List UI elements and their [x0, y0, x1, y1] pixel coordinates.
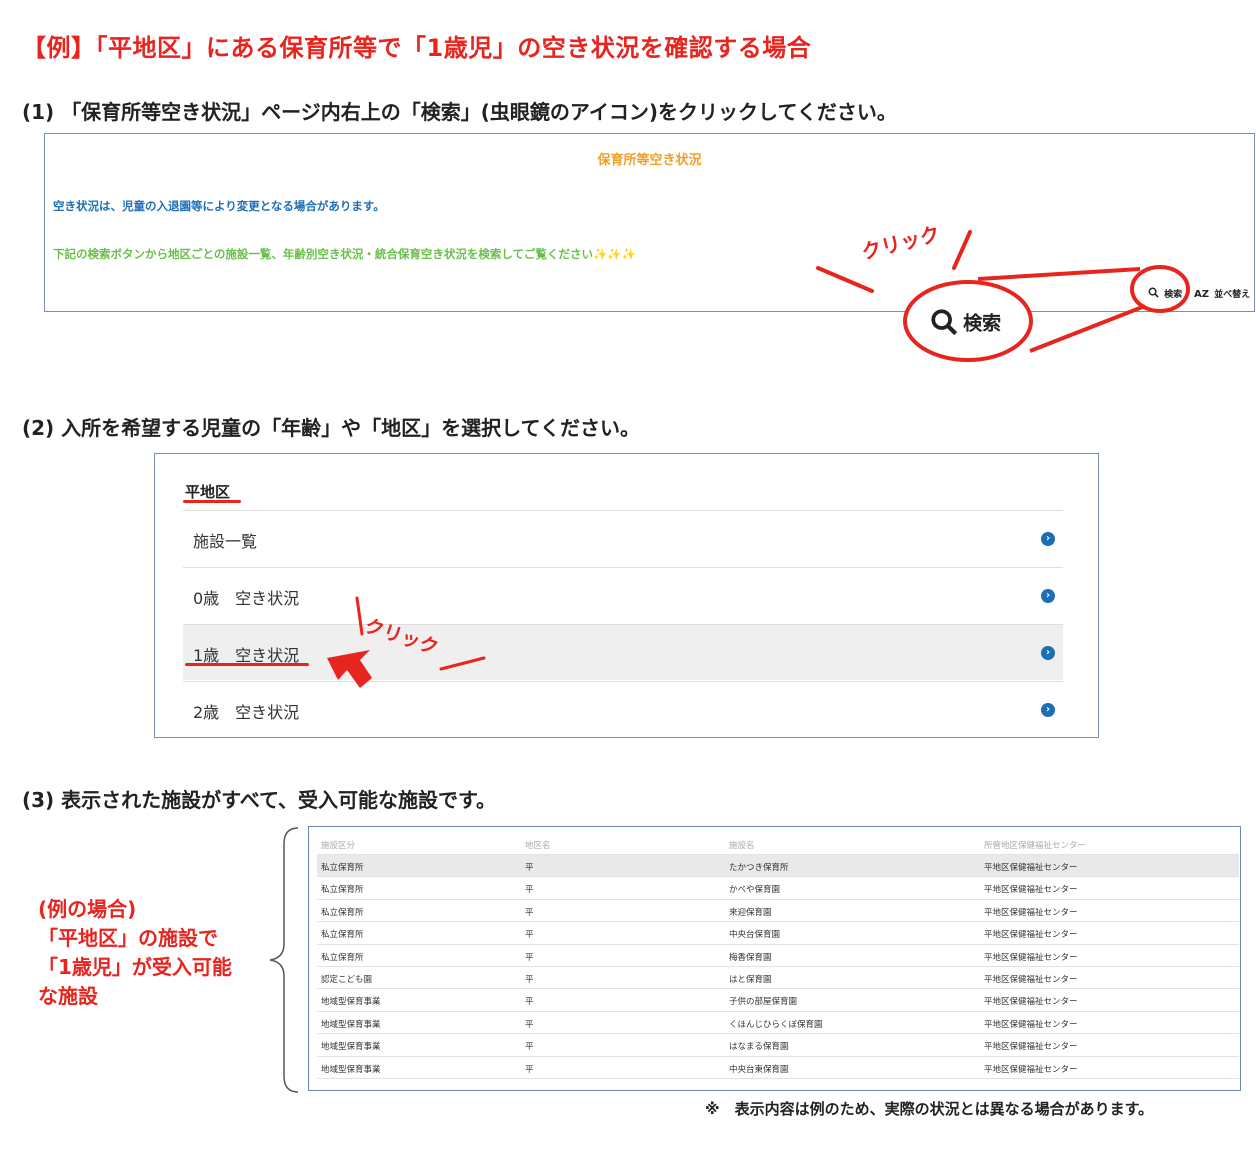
header-cell: 地区名 — [525, 841, 551, 851]
arrow-icon — [327, 650, 372, 688]
search-label-zoom: 検索 — [963, 312, 1002, 335]
table-cell: 平地区保健福祉センター — [984, 885, 1078, 896]
table-cell: 私立保育所 — [321, 907, 364, 918]
table-cell: 私立保育所 — [321, 863, 364, 873]
step3-text: (3) 表示された施設がすべて、受入可能な施設です。 — [22, 788, 496, 812]
table-cell: 平地区保健福祉センター — [984, 1019, 1078, 1030]
table-row[interactable]: 私立保育所 平 梅香保育園 平地区保健福祉センター — [317, 945, 1239, 967]
side-note-line: 「平地区」の施設で — [38, 926, 218, 950]
table-row[interactable]: 私立保育所 平 中央台保育園 平地区保健福祉センター — [317, 922, 1239, 945]
chevron-right-icon: › — [1041, 532, 1055, 546]
footnote: ※ 表示内容は例のため、実際の状況とは異なる場合があります。 — [705, 1100, 1154, 1118]
table-row[interactable]: 私立保育所 平 たかつき保育所 平地区保健福祉センター — [317, 855, 1239, 878]
table-cell: 平地区保健福祉センター — [984, 975, 1078, 985]
table-cell: かべや保育園 — [729, 885, 781, 896]
table-cell: はなまる保育園 — [729, 1042, 789, 1053]
brace-annotation — [269, 827, 299, 1093]
table-cell: 私立保育所 — [321, 885, 364, 896]
table-row[interactable]: 地域型保育事業 平 くほんじひらくぼ保育園 平地区保健福祉センター — [317, 1012, 1239, 1035]
table-cell: 平 — [525, 1042, 534, 1053]
table-cell: 平 — [525, 952, 534, 963]
table-row[interactable]: 地域型保育事業 平 はなまる保育園 平地区保健福祉センター — [317, 1034, 1239, 1057]
table-cell: 地域型保育事業 — [321, 1042, 381, 1053]
facility-table: 施設区分 地区名 施設名 所管地区保健福祉センター 私立保育所 平 たかつき保育… — [308, 826, 1241, 1091]
table-cell: 平 — [525, 885, 534, 896]
table-cell: 平 — [525, 975, 534, 985]
table-cell: 平地区保健福祉センター — [984, 997, 1078, 1008]
table-cell: 平地区保健福祉センター — [984, 863, 1078, 873]
table-row[interactable]: 認定こども園 平 はと保育園 平地区保健福祉センター — [317, 967, 1239, 990]
table-cell: 平 — [525, 1019, 534, 1030]
table-cell: 梅香保育園 — [729, 952, 772, 963]
table-cell: 平地区保健福祉センター — [984, 907, 1078, 918]
side-note: (例の場合) 「平地区」の施設で 「1歳児」が受入可能 な施設 — [38, 895, 232, 1011]
callout-annotation — [816, 230, 1190, 362]
table-header: 施設区分 地区名 施設名 所管地区保健福祉センター — [317, 833, 1239, 856]
table-cell: くほんじひらくぼ保育園 — [729, 1019, 823, 1030]
table-cell: 私立保育所 — [321, 930, 364, 941]
table-cell: 私立保育所 — [321, 952, 364, 963]
table-cell: 子供の部屋保育園 — [729, 997, 798, 1008]
list-item-label: 0歳 空き状況 — [193, 589, 300, 608]
table-cell: 地域型保育事業 — [321, 1019, 381, 1030]
table-cell: 平 — [525, 997, 534, 1008]
chevron-right-icon: › — [1041, 646, 1055, 660]
table-cell: 来迎保育園 — [729, 907, 772, 918]
table-cell: 平地区保健福祉センター — [984, 930, 1078, 941]
table-cell: 平地区保健福祉センター — [984, 1064, 1078, 1075]
table-cell: 中央台東保育園 — [729, 1064, 789, 1075]
chevron-right-icon: › — [1041, 703, 1055, 717]
step2-text: (2) 入所を希望する児童の「年齢」や「地区」を選択してください。 — [22, 416, 640, 440]
table-cell: 平地区保健福祉センター — [984, 1042, 1078, 1053]
side-note-line: (例の場合) — [38, 897, 137, 921]
list-item-label: 2歳 空き状況 — [193, 703, 300, 722]
side-note-line: 「1歳児」が受入可能 — [38, 955, 232, 979]
table-cell: たかつき保育所 — [729, 863, 789, 873]
header-cell: 所管地区保健福祉センター — [984, 841, 1087, 851]
table-cell: 地域型保育事業 — [321, 997, 381, 1008]
table-row[interactable]: 私立保育所 平 かべや保育園 平地区保健福祉センター — [317, 877, 1239, 900]
chevron-right-icon: › — [1041, 589, 1055, 603]
table-cell: 平 — [525, 930, 534, 941]
table-cell: はと保育園 — [729, 975, 772, 985]
table-row[interactable]: 地域型保育事業 平 子供の部屋保育園 平地区保健福祉センター — [317, 989, 1239, 1012]
table-cell: 平 — [525, 1064, 534, 1075]
district-heading: 平地区 — [185, 483, 231, 501]
table-cell: 認定こども園 — [321, 975, 373, 985]
table-row[interactable]: 私立保育所 平 来迎保育園 平地区保健福祉センター — [317, 900, 1239, 923]
list-item-label: 施設一覧 — [193, 532, 258, 551]
header-cell: 施設名 — [729, 841, 755, 851]
screenshot-district-menu: 平地区 施設一覧 › 0歳 空き状況 › 1歳 空き状況 › 2歳 空き状況 › — [154, 453, 1099, 738]
table-cell: 平 — [525, 907, 534, 918]
table-cell: 平地区保健福祉センター — [984, 952, 1078, 963]
search-button-zoom: 検索 — [930, 308, 1001, 336]
header-cell: 施設区分 — [321, 841, 356, 851]
list-item-facilities[interactable]: 施設一覧 › — [183, 510, 1063, 566]
table-cell: 平 — [525, 863, 534, 873]
table-row[interactable]: 地域型保育事業 平 中央台東保育園 平地区保健福祉センター — [317, 1057, 1239, 1079]
table-cell: 地域型保育事業 — [321, 1064, 381, 1075]
search-icon-zoom — [931, 309, 958, 336]
table-cell: 中央台保育園 — [729, 930, 781, 941]
heading-underline — [183, 500, 241, 503]
side-note-line: な施設 — [38, 984, 98, 1008]
selected-underline — [185, 663, 309, 666]
